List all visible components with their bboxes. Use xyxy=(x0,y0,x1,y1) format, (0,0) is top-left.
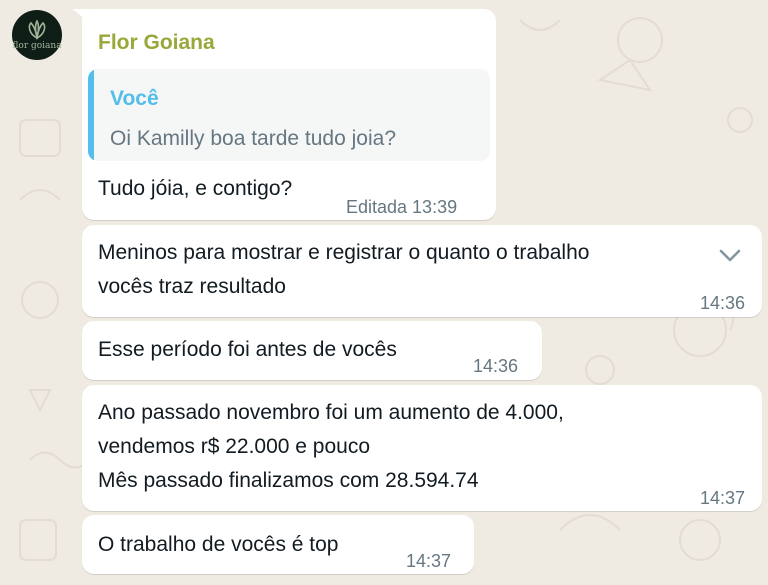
chevron-down-icon[interactable] xyxy=(716,245,744,265)
message-text-line: Meninos para mostrar e registrar o quant… xyxy=(98,241,590,264)
message-bubble[interactable]: O trabalho de vocês é top 14:37 xyxy=(82,515,474,574)
message-bubble[interactable]: Flor Goiana Você Oi Kamilly boa tarde tu… xyxy=(72,9,496,220)
message-time: 14:36 xyxy=(473,356,519,376)
message-bubble[interactable]: Ano passado novembro foi um aumento de 4… xyxy=(82,385,762,511)
message-time: 14:36 xyxy=(699,293,745,313)
bubble-tail xyxy=(72,9,90,27)
message-text-line: Mês passado finalizamos com 28.594.74 xyxy=(98,469,479,492)
message-text-line: vocês traz resultado xyxy=(98,275,286,298)
message-bubble[interactable]: Esse período foi antes de vocês 14:36 xyxy=(82,321,542,380)
message-time: 14:37 xyxy=(406,551,452,571)
message-bubble[interactable]: Meninos para mostrar e registrar o quant… xyxy=(82,225,762,317)
message-time: Editada 13:39 xyxy=(346,197,458,217)
quoted-text: Oi Kamilly boa tarde tudo joia? xyxy=(110,127,396,150)
quote-accent-bar xyxy=(88,69,94,161)
quoted-author: Você xyxy=(110,87,159,110)
message-text: Esse período foi antes de vocês xyxy=(98,338,397,361)
message-time: 14:37 xyxy=(699,488,745,508)
leaf-logo-icon xyxy=(28,19,46,40)
message-text: O trabalho de vocês é top xyxy=(98,533,339,556)
message-text-line: Ano passado novembro foi um aumento de 4… xyxy=(98,401,564,424)
message-text-line: vendemos r$ 22.000 e pouco xyxy=(98,435,371,458)
text-fade xyxy=(646,237,706,273)
message-text: Tudo jóia, e contigo? xyxy=(98,177,293,200)
sender-name[interactable]: Flor Goiana xyxy=(98,27,215,59)
avatar-logo-text: flor goiana xyxy=(12,40,62,51)
quoted-message[interactable]: Você Oi Kamilly boa tarde tudo joia? xyxy=(88,69,490,161)
contact-avatar[interactable]: flor goiana xyxy=(12,10,62,60)
